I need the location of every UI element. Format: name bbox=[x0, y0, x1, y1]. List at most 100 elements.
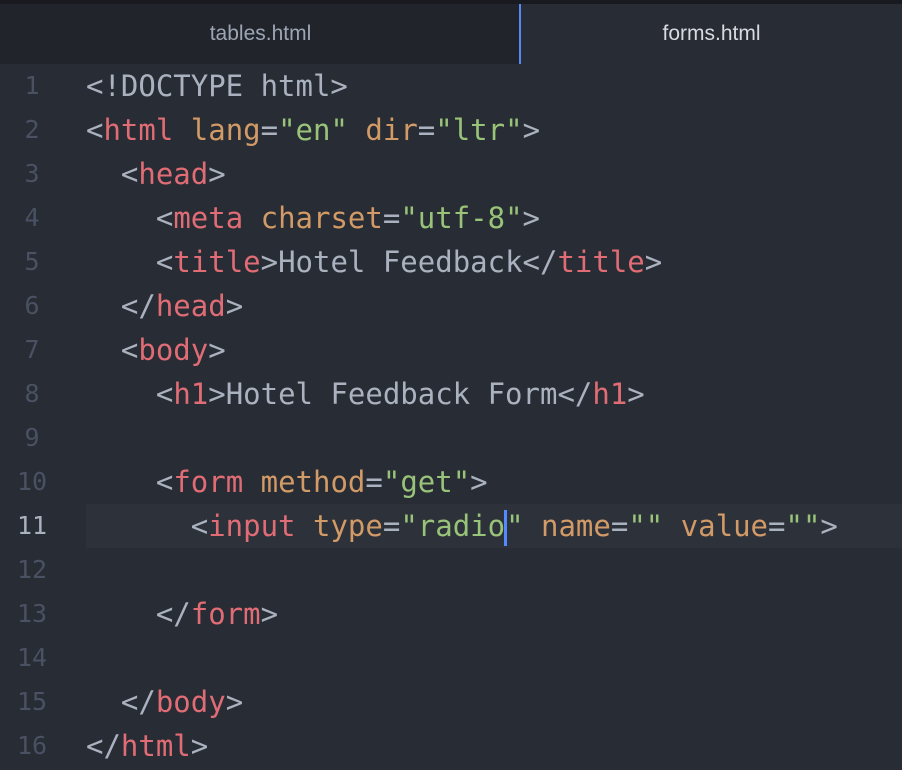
line-number[interactable]: 10 bbox=[0, 460, 64, 504]
code-token: = bbox=[260, 113, 279, 147]
code-token: = bbox=[417, 113, 436, 147]
line-content[interactable]: <html lang="en" dir="ltr"> bbox=[86, 108, 540, 152]
line-content[interactable]: </html> bbox=[86, 724, 208, 768]
line-number[interactable]: 15 bbox=[0, 680, 64, 724]
line-number[interactable]: 16 bbox=[0, 724, 64, 768]
code-token: > bbox=[208, 333, 226, 367]
code-token: </ bbox=[522, 245, 558, 279]
code-line[interactable]: 14 bbox=[0, 636, 902, 680]
code-token: h1 bbox=[173, 377, 209, 411]
code-token: "get" bbox=[382, 465, 471, 499]
code-area[interactable]: 1 <!DOCTYPE html> 2 <html lang="en" dir="lt… bbox=[0, 64, 902, 770]
code-token: < bbox=[86, 465, 174, 499]
code-token: charset bbox=[260, 201, 383, 235]
code-token: = bbox=[382, 509, 401, 543]
code-token: > bbox=[260, 597, 279, 631]
code-token: = bbox=[610, 509, 629, 543]
code-token: "utf-8" bbox=[400, 201, 523, 235]
code-line[interactable]: 9 bbox=[0, 416, 902, 460]
code-line[interactable]: 1 <!DOCTYPE html> bbox=[0, 64, 902, 108]
code-token: < bbox=[86, 377, 174, 411]
code-line[interactable]: 10 <form method="get"> bbox=[0, 460, 902, 504]
code-token: < bbox=[86, 333, 139, 367]
code-token: > bbox=[522, 113, 541, 147]
line-number[interactable]: 13 bbox=[0, 592, 64, 636]
line-content[interactable]: </form> bbox=[86, 592, 278, 636]
tab-bar: tables.html forms.html bbox=[0, 0, 902, 64]
tab-tables-html[interactable]: tables.html bbox=[0, 4, 521, 64]
code-line[interactable]: 6 </head> bbox=[0, 284, 902, 328]
line-number[interactable]: 11 bbox=[0, 504, 64, 548]
code-token: dir bbox=[365, 113, 418, 147]
code-token: body bbox=[138, 333, 209, 367]
code-token: "ltr" bbox=[435, 113, 523, 147]
code-token: html bbox=[103, 113, 174, 147]
line-content[interactable]: <head> bbox=[86, 152, 226, 196]
code-line[interactable]: 11 <input type="radio" name="" value=""> bbox=[0, 504, 902, 548]
code-token: title bbox=[173, 245, 261, 279]
line-number[interactable]: 9 bbox=[0, 416, 64, 460]
line-content[interactable]: <input type="radio" name="" value=""> bbox=[86, 504, 838, 548]
code-token: > bbox=[260, 245, 279, 279]
line-content[interactable]: <!DOCTYPE html> bbox=[86, 64, 348, 108]
line-content[interactable]: <body> bbox=[86, 328, 226, 372]
code-token: </ bbox=[86, 289, 156, 323]
line-number[interactable]: 8 bbox=[0, 372, 64, 416]
code-line[interactable]: 13 </form> bbox=[0, 592, 902, 636]
code-line[interactable]: 8 <h1>Hotel Feedback Form</h1> bbox=[0, 372, 902, 416]
code-token: < bbox=[86, 509, 209, 543]
code-line[interactable]: 4 <meta charset="utf-8"> bbox=[0, 196, 902, 240]
code-token: > bbox=[190, 729, 209, 763]
code-token: </ bbox=[557, 377, 593, 411]
line-number[interactable]: 3 bbox=[0, 152, 64, 196]
line-number[interactable]: 2 bbox=[0, 108, 64, 152]
code-line[interactable]: 16 </html> bbox=[0, 724, 902, 768]
code-token: < bbox=[86, 201, 174, 235]
code-token: </ bbox=[86, 729, 121, 763]
tab-label: forms.html bbox=[662, 22, 761, 45]
code-token: meta bbox=[173, 201, 244, 235]
line-content[interactable]: </head> bbox=[86, 284, 243, 328]
code-token: </ bbox=[86, 597, 191, 631]
line-number[interactable]: 14 bbox=[0, 636, 64, 680]
tab-forms-html[interactable]: forms.html bbox=[521, 4, 902, 64]
code-token: html bbox=[120, 729, 191, 763]
code-token: body bbox=[155, 685, 226, 719]
code-line[interactable]: 2 <html lang="en" dir="ltr"> bbox=[0, 108, 902, 152]
code-line[interactable]: 12 bbox=[0, 548, 902, 592]
code-token: lang bbox=[190, 113, 261, 147]
line-number[interactable]: 5 bbox=[0, 240, 64, 284]
line-content[interactable]: <form method="get"> bbox=[86, 460, 488, 504]
code-editor[interactable]: tables.html forms.html 1 <!DOCTYPE html> 2… bbox=[0, 0, 902, 770]
code-token: < bbox=[86, 245, 174, 279]
line-content[interactable]: <meta charset="utf-8"> bbox=[86, 196, 540, 240]
code-line[interactable]: 15 </body> bbox=[0, 680, 902, 724]
code-line[interactable]: 7 <body> bbox=[0, 328, 902, 372]
code-token: = bbox=[768, 509, 786, 543]
line-content[interactable]: <title>Hotel Feedback</title> bbox=[86, 240, 662, 284]
line-number[interactable]: 6 bbox=[0, 284, 64, 328]
line-content[interactable]: <h1>Hotel Feedback Form</h1> bbox=[86, 372, 645, 416]
line-number[interactable]: 4 bbox=[0, 196, 64, 240]
code-line[interactable]: 5 <title>Hotel Feedback</title> bbox=[0, 240, 902, 284]
code-token: form bbox=[190, 597, 261, 631]
code-token: method bbox=[260, 465, 366, 499]
line-number[interactable]: 1 bbox=[0, 64, 64, 108]
tab-label: tables.html bbox=[209, 22, 312, 45]
line-number[interactable]: 7 bbox=[0, 328, 64, 372]
line-number[interactable]: 12 bbox=[0, 548, 64, 592]
line-content[interactable]: </body> bbox=[86, 680, 243, 724]
code-token: = bbox=[382, 201, 401, 235]
code-token: head bbox=[155, 289, 226, 323]
code-token: "" bbox=[628, 509, 664, 543]
code-line[interactable]: 3 <head> bbox=[0, 152, 902, 196]
code-token: < bbox=[86, 157, 139, 191]
code-token: value bbox=[680, 509, 769, 543]
code-token: "en" bbox=[278, 113, 348, 147]
code-token: </ bbox=[86, 685, 156, 719]
